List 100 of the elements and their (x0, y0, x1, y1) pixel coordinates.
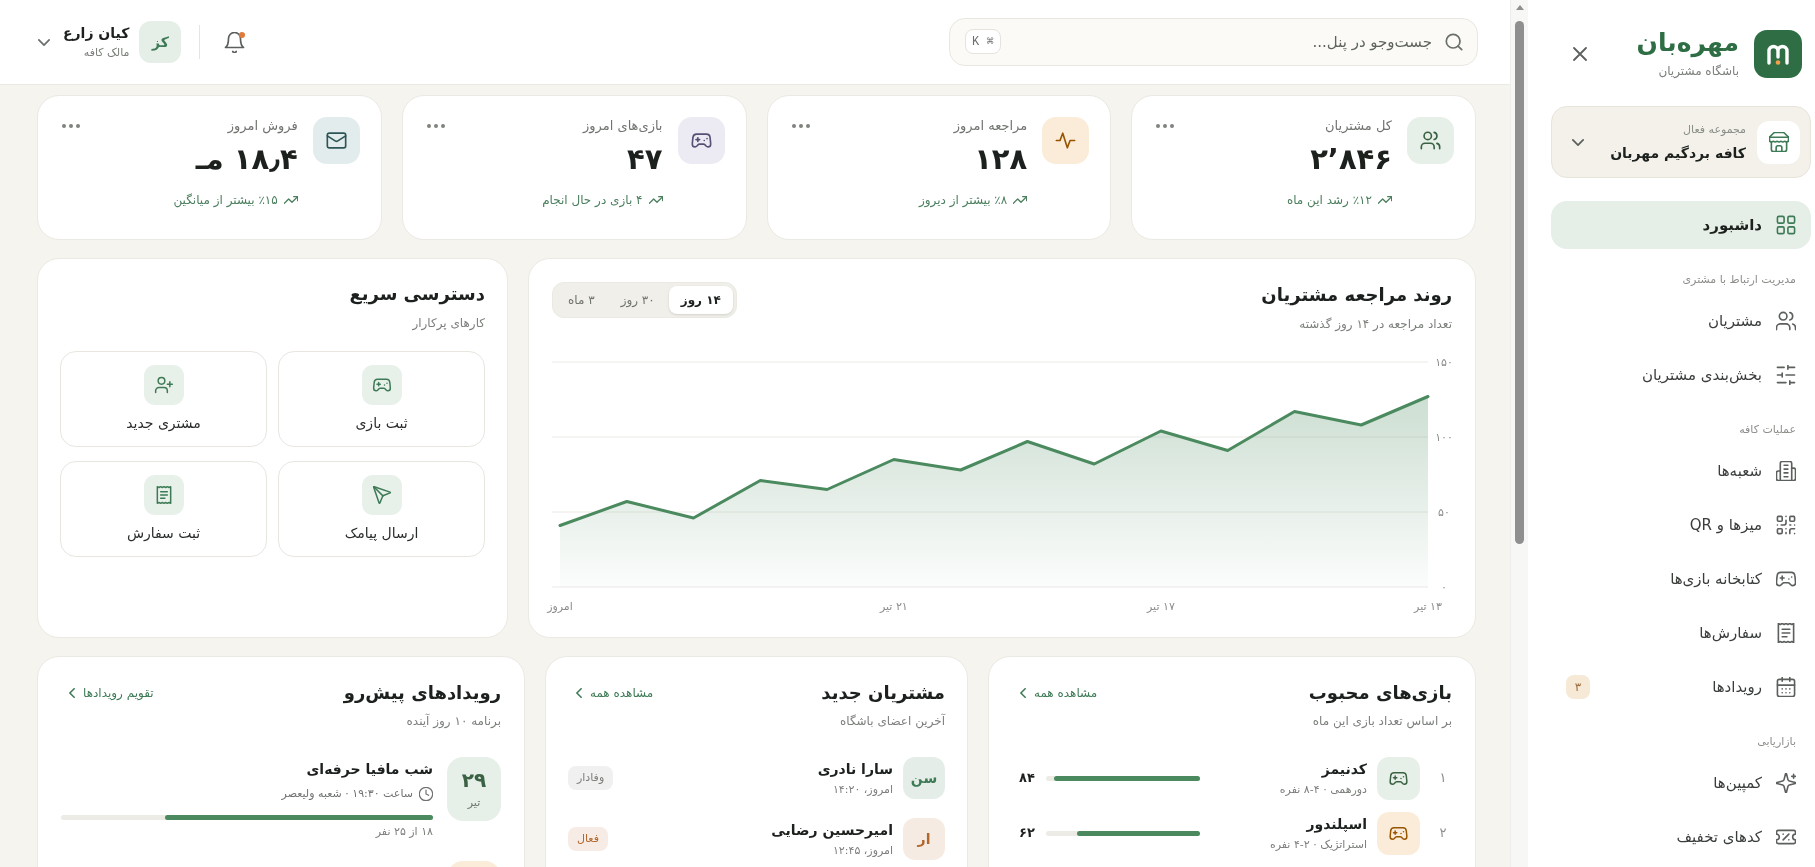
x-axis-label: ۱۷ تیر (1147, 600, 1175, 613)
nav-item[interactable]: مشتریان (1551, 297, 1811, 345)
gamepad-icon (361, 365, 402, 405)
qr-code-icon (1776, 515, 1796, 535)
more-icon[interactable] (62, 124, 80, 128)
user-plus-icon (143, 365, 184, 405)
scroll-up-icon[interactable] (1515, 5, 1524, 10)
x-axis-label: امروز (547, 600, 573, 613)
clock-icon (419, 787, 433, 801)
y-axis-label: ۱۰۰ (1435, 431, 1453, 444)
play-count: ۸۴ (1018, 769, 1036, 788)
event-meta: ساعت ۱۹:۳۰ · شعبه ولیعصر (281, 786, 413, 802)
sparkle-icon (1776, 773, 1796, 793)
quick-action[interactable]: ثبت بازی (278, 351, 485, 447)
paper-plane-icon (361, 475, 402, 515)
card-subtitle: تعداد مراجعه در ۱۴ روز گذشته (1299, 316, 1452, 333)
game-name: کدنیمز (1321, 759, 1367, 779)
shortcut-key: ⌘ K (965, 29, 1001, 54)
view-all-link[interactable]: مشاهده همه (1020, 684, 1098, 702)
count-badge: ۳ (1566, 675, 1590, 699)
brand-tagline: باشگاه مشتریان (1658, 63, 1739, 80)
stat-label: فروش امروز (227, 117, 298, 135)
stat-value: ۱۸٫۴ مـ (195, 141, 298, 177)
nav-item[interactable]: کمپین‌ها (1551, 759, 1811, 807)
card-subtitle: آخرین اعضای باشگاه (839, 712, 945, 731)
play-count: ۶۲ (1018, 824, 1036, 843)
workspace-selector[interactable]: مجموعه فعال کافه بردگیم مهربان (1551, 106, 1811, 178)
section-heading: بازاریابی (1757, 734, 1796, 750)
card-subtitle: کارهای پرکارار (412, 315, 485, 333)
quick-action[interactable]: مشتری جدید (60, 351, 267, 447)
y-axis-label: ۱۵۰ (1435, 356, 1453, 369)
event-day: ۲۹ (461, 767, 487, 793)
sliders-icon (1776, 365, 1796, 385)
nav-item[interactable]: کتابخانه بازی‌ها (1551, 555, 1811, 603)
user-role: مالک کافه (83, 45, 130, 61)
chevron-left-icon (1020, 688, 1026, 698)
more-icon[interactable] (426, 124, 445, 128)
nav-item[interactable]: داشبورد (1551, 201, 1811, 249)
stat-label: کل مشتریان (1325, 117, 1392, 135)
search-icon (1445, 33, 1463, 51)
nav-item[interactable]: شعبه‌ها (1551, 447, 1811, 495)
building-icon (1776, 461, 1796, 481)
stat-label: بازی‌های امروز (583, 117, 663, 135)
trend-up-icon (283, 193, 298, 207)
stat-value: ۲٬۸۴۶ (1310, 141, 1392, 177)
card-title: مشتریان جدید (821, 681, 945, 706)
status-badge: فعال (568, 827, 608, 851)
event-title: شب مافیا حرفه‌ای (306, 760, 433, 779)
more-icon[interactable] (1156, 124, 1175, 128)
nav-item[interactable]: رویدادها ۳ (1551, 663, 1811, 711)
stat-label: مراجعه امروز (953, 117, 1028, 135)
view-all-link[interactable]: مشاهده همه (576, 684, 654, 702)
y-axis-label: ۰ (1441, 581, 1447, 594)
chevron-left-icon (576, 688, 582, 698)
nav-item[interactable]: سفارش‌ها (1551, 609, 1811, 657)
nav-item[interactable]: میزها و QR (1551, 501, 1811, 549)
nav-item[interactable]: بخش‌بندی مشتریان (1551, 351, 1811, 399)
chevron-down-icon (1572, 138, 1584, 146)
customer-name: سارا نادری (817, 759, 893, 779)
range-tab[interactable]: ۳۰ روز (608, 286, 667, 314)
status-badge: وفادار (568, 766, 614, 790)
card-subtitle: بر اساس تعداد بازی این ماه (1312, 713, 1452, 731)
game-meta: استراتژیک · ۲-۴ نفره (1269, 836, 1367, 853)
chevron-down-icon[interactable] (38, 38, 50, 46)
card-title: بازی‌های محبوب (1308, 681, 1452, 706)
join-time: امروز، ۱۲:۴۵ (832, 842, 893, 859)
trend-text: ٪۱۵ بیشتر از میانگین (173, 192, 278, 209)
nav-item[interactable]: کدهای تخفیف (1551, 813, 1811, 861)
card-subtitle: برنامه ۱۰ روز آینده (406, 712, 501, 730)
range-tab[interactable]: ۳ ماه (556, 286, 607, 314)
game-name: اسپلندور (1306, 814, 1367, 834)
grid-icon (1776, 215, 1796, 235)
section-heading: مدیریت ارتباط با مشتری (1682, 272, 1796, 288)
bell-icon[interactable] (224, 31, 246, 53)
trend-up-icon (1378, 193, 1392, 207)
card-title: روند مراجعه مشتریان (1261, 283, 1452, 308)
capacity-text: ۱۸ از ۲۵ نفر (375, 824, 433, 840)
quick-action[interactable]: ثبت سفارش (60, 461, 267, 557)
more-icon[interactable] (791, 124, 810, 128)
stat-value: ۱۲۸ (974, 141, 1028, 177)
scrollbar-thumb[interactable] (1515, 21, 1524, 544)
rank-number: ۱ (1438, 769, 1448, 788)
trend-text: ٪۱۲ رشد این ماه (1286, 192, 1372, 209)
close-icon[interactable] (1573, 47, 1587, 61)
x-axis-label: ۲۱ تیر (879, 600, 908, 613)
ticket-icon (1776, 827, 1796, 847)
card-title: دسترسی سریع (349, 282, 485, 307)
quick-action[interactable]: ارسال پیامک (278, 461, 485, 557)
range-tab[interactable]: ۱۴ روز (668, 286, 733, 314)
event-month: تیر (467, 795, 481, 811)
trend-text: ۴ بازی در حال انجام (542, 192, 643, 209)
x-axis-label: ۱۳ تیر (1414, 600, 1442, 613)
rank-number: ۲ (1438, 824, 1448, 843)
store-icon (1757, 120, 1800, 164)
brand-name: مهره‌بان (1636, 28, 1739, 58)
user-name: کیان زارع (63, 24, 130, 43)
user-avatar[interactable]: کز (139, 21, 182, 63)
game-meta: دورهمی · ۴-۸ نفره (1279, 781, 1367, 798)
receipt-icon (143, 475, 184, 515)
view-all-link[interactable]: تقویم رویدادها (69, 684, 154, 702)
